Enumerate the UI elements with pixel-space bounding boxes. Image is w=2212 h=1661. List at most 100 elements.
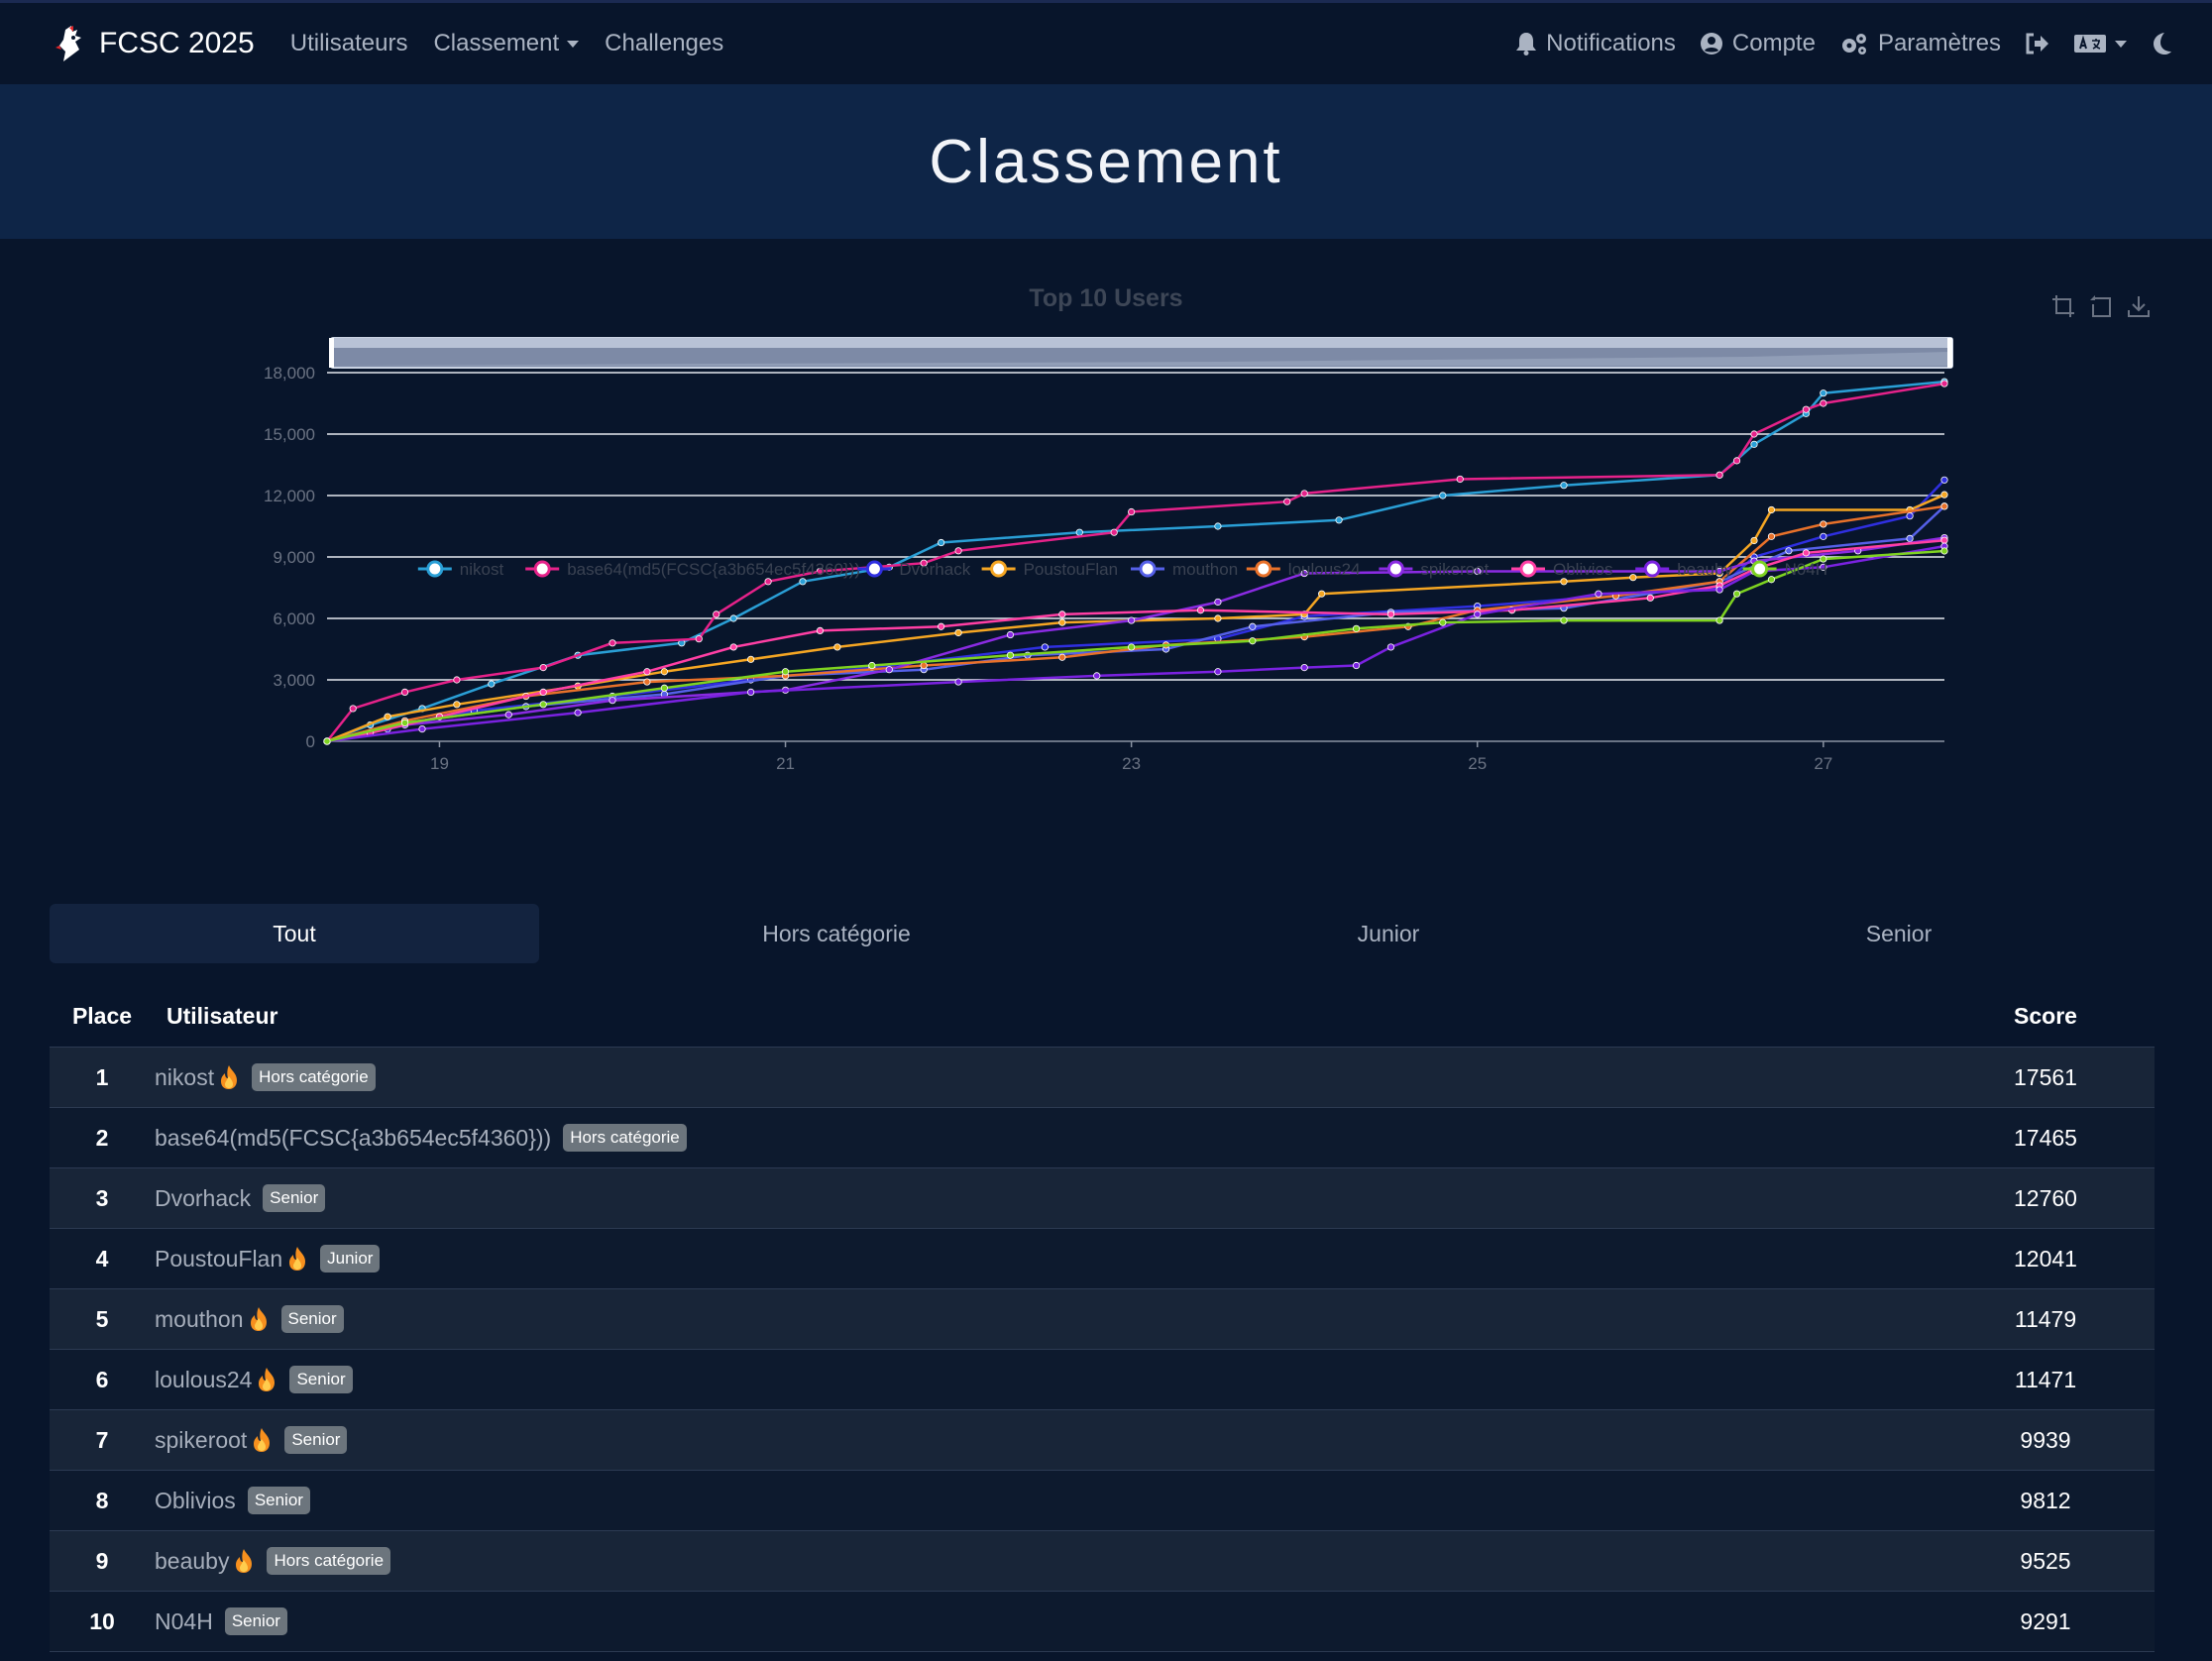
score-cell: 17561	[2014, 1063, 2077, 1090]
data-zoom-right-handle	[1947, 338, 1952, 368]
data-point	[1214, 522, 1222, 530]
legend-label: Oblivios	[1553, 560, 1612, 579]
user-link[interactable]: beauby	[155, 1548, 229, 1575]
tab-hors-categorie[interactable]: Hors catégorie	[539, 904, 1134, 963]
data-point	[660, 684, 668, 692]
table-row: 6 loulous24 Senior 11471	[50, 1350, 2155, 1410]
user-cell: PoustouFlan Junior	[155, 1245, 1936, 1273]
tab-junior[interactable]: Junior	[1134, 904, 1643, 963]
legend-marker	[1643, 560, 1661, 578]
data-point	[1940, 536, 1948, 544]
chevron-down-icon	[2115, 40, 2127, 48]
data-point	[938, 622, 945, 630]
tab-senior[interactable]: Senior	[1643, 904, 2155, 963]
data-point	[1214, 598, 1222, 607]
category-badge: Senior	[224, 1607, 287, 1635]
flame-icon	[256, 1367, 277, 1392]
column-header-user[interactable]: Utilisateur	[155, 1003, 1936, 1030]
download-icon[interactable]	[2127, 294, 2151, 318]
zoom-reset-icon[interactable]	[2089, 294, 2113, 318]
data-point	[764, 578, 772, 586]
flame-icon	[233, 1548, 255, 1574]
data-point	[1906, 534, 1914, 542]
user-link[interactable]: PoustouFlan	[155, 1246, 282, 1273]
data-point	[1058, 618, 1066, 626]
legend-label: PoustouFlan	[1024, 560, 1118, 579]
user-link[interactable]: spikeroot	[155, 1427, 247, 1454]
legend-marker	[533, 560, 551, 578]
x-tick-label: 21	[776, 754, 795, 773]
score-cell: 9812	[2020, 1487, 2071, 1513]
column-header-place[interactable]: Place	[50, 1003, 155, 1030]
data-point	[1474, 610, 1482, 618]
data-point	[747, 655, 755, 663]
data-point	[1386, 643, 1395, 651]
user-link[interactable]: nikost	[155, 1064, 214, 1091]
notifications-link[interactable]: Notifications	[1515, 30, 1676, 57]
data-point	[954, 678, 962, 686]
dark-mode-toggle[interactable]	[2151, 32, 2172, 55]
data-point	[488, 680, 496, 688]
gears-icon	[1839, 32, 1869, 55]
data-point	[816, 626, 825, 634]
user-link[interactable]: base64(md5(FCSC{a3b654ec5f4360}))	[155, 1125, 551, 1152]
brand-link[interactable]: FCSC 2025	[55, 26, 255, 61]
data-point	[1750, 430, 1758, 438]
nav-link-challenges[interactable]: Challenges	[605, 30, 723, 57]
data-point	[1006, 630, 1015, 639]
category-tabs: Tout Hors catégorie Junior Senior	[50, 904, 2155, 963]
data-point	[608, 697, 616, 705]
user-cell: Dvorhack Senior	[155, 1184, 1936, 1212]
data-point	[781, 668, 790, 676]
settings-link[interactable]: Paramètres	[1839, 30, 2001, 57]
user-link[interactable]: Dvorhack	[155, 1185, 251, 1212]
x-tick-label: 25	[1468, 754, 1487, 773]
user-cell: Oblivios Senior	[155, 1487, 1936, 1514]
data-point	[1075, 528, 1083, 536]
legend-label: mouthon	[1172, 560, 1238, 579]
nav-dropdown-classement[interactable]: Classement	[433, 30, 580, 57]
data-point	[1093, 672, 1101, 680]
zoom-select-icon[interactable]	[2051, 294, 2075, 318]
data-point	[400, 719, 409, 726]
account-label: Compte	[1731, 30, 1816, 56]
legend-label: spikeroot	[1420, 560, 1489, 579]
column-header-score[interactable]: Score	[1936, 1003, 2155, 1030]
rank-cell: 4	[95, 1245, 109, 1272]
y-tick-label: 3,000	[273, 671, 315, 690]
logout-button[interactable]	[2025, 32, 2050, 55]
score-cell: 11479	[2014, 1305, 2077, 1332]
user-link[interactable]: mouthon	[155, 1306, 244, 1333]
score-cell: 9939	[2020, 1426, 2071, 1453]
table-row: 2 base64(md5(FCSC{a3b654ec5f4360})) Hors c…	[50, 1108, 2155, 1168]
user-link[interactable]: Oblivios	[155, 1488, 236, 1514]
tab-tout[interactable]: Tout	[50, 904, 539, 963]
legend-label: base64(md5(FCSC{a3b654ec5f4360}))	[567, 560, 860, 579]
category-badge: Hors catégorie	[252, 1063, 376, 1091]
data-point	[747, 688, 755, 696]
category-badge: Senior	[247, 1487, 310, 1514]
data-point	[539, 663, 547, 672]
x-tick-label: 27	[1814, 754, 1832, 773]
data-point	[1196, 607, 1205, 614]
data-point	[643, 678, 651, 686]
user-cell: mouthon Senior	[155, 1305, 1936, 1333]
legend-marker	[1751, 560, 1769, 578]
user-link[interactable]: loulous24	[155, 1367, 252, 1393]
language-dropdown[interactable]	[2074, 33, 2127, 55]
category-badge: Junior	[320, 1245, 381, 1273]
rank-cell: 6	[95, 1366, 109, 1392]
data-point	[1128, 616, 1136, 624]
user-cell: spikeroot Senior	[155, 1426, 1936, 1454]
account-link[interactable]: Compte	[1700, 30, 1816, 57]
data-point	[1560, 616, 1568, 624]
data-point	[1386, 610, 1395, 618]
flame-icon	[218, 1064, 240, 1090]
y-tick-label: 18,000	[264, 364, 315, 383]
user-link[interactable]: N04H	[155, 1608, 213, 1635]
nav-link-utilisateurs[interactable]: Utilisateurs	[290, 30, 408, 57]
y-tick-label: 6,000	[273, 609, 315, 628]
data-point	[400, 688, 409, 696]
data-point	[1767, 576, 1776, 584]
data-point	[504, 711, 512, 719]
